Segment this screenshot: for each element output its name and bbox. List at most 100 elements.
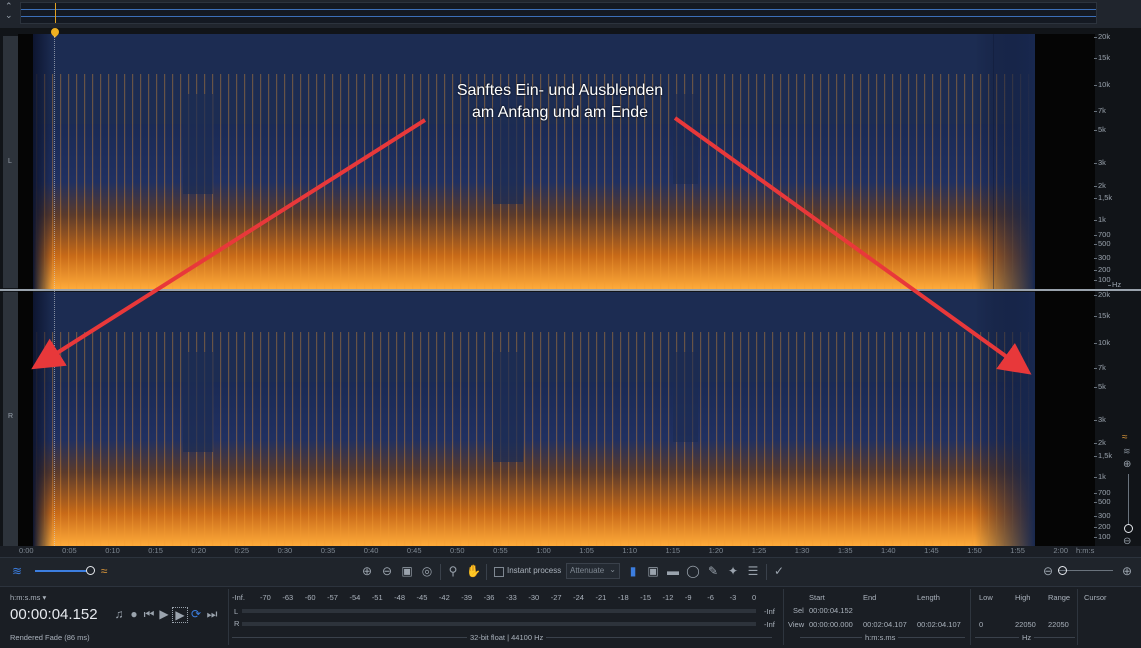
meter-scale-label: -24 bbox=[573, 593, 584, 602]
zoom-fit-icon[interactable]: ◎ bbox=[420, 564, 434, 578]
magnify-icon[interactable]: ⚲ bbox=[446, 564, 460, 578]
spectrogram-toggle-icon[interactable]: ≈ bbox=[97, 564, 111, 578]
chevron-down-icon: ▾ bbox=[42, 593, 47, 602]
waveform-toggle-icon[interactable]: ≋ bbox=[10, 564, 24, 578]
loop-icon[interactable]: ⟳ bbox=[189, 607, 203, 621]
time-tick-label: 2:00 bbox=[1053, 546, 1068, 555]
time-tick-label: 1:35 bbox=[837, 546, 853, 555]
opacity-slider-thumb[interactable] bbox=[86, 566, 95, 575]
rewind-icon[interactable]: ⏮ bbox=[142, 607, 156, 621]
meter-scale-label: -48 bbox=[394, 593, 406, 602]
meter-scale: -Inf. -70 -63 -60 -57 -54 -51 -48 -45 -42 -39 -36 -3… bbox=[232, 593, 762, 603]
frequency-unit: Hz bbox=[1019, 633, 1035, 642]
time-tick-label: 1:10 bbox=[622, 546, 637, 555]
record-icon[interactable]: ● bbox=[127, 607, 141, 621]
header-end: End bbox=[863, 593, 877, 602]
sel-label: Sel bbox=[793, 606, 804, 615]
meter-scale-label: -33 bbox=[506, 593, 517, 602]
instant-process-label: Instant process bbox=[507, 566, 562, 575]
time-tick-label: 0:45 bbox=[406, 546, 422, 555]
time-tick-label: 0:50 bbox=[450, 546, 465, 555]
zoom-in-icon[interactable]: ⊕ bbox=[360, 564, 374, 578]
horizontal-zoom-thumb[interactable] bbox=[1058, 566, 1067, 575]
play-to-end-icon[interactable]: ⏭ bbox=[205, 607, 219, 621]
zoom-selection-icon[interactable]: ▣ bbox=[400, 564, 414, 578]
header-high: High bbox=[1015, 593, 1031, 602]
time-unit-label: h:m:s bbox=[1076, 546, 1095, 555]
current-time: 00:00:04.152 bbox=[10, 606, 98, 623]
view-length-field[interactable]: 00:02:04.107 bbox=[917, 620, 961, 629]
time-format-select[interactable]: h:m:s.ms ▾ bbox=[10, 593, 46, 602]
time-tick-label: 0:40 bbox=[363, 546, 379, 555]
meter-left-bar bbox=[242, 609, 756, 613]
time-tick-label: 0:05 bbox=[62, 546, 77, 555]
freq-range-field[interactable]: 22050 bbox=[1048, 620, 1069, 629]
header-length: Length bbox=[917, 593, 940, 602]
header-cursor: Cursor bbox=[1084, 593, 1107, 602]
time-tick-label: 0:10 bbox=[105, 546, 120, 555]
time-tick-label: 1:20 bbox=[708, 546, 724, 555]
arrow-to-start bbox=[31, 118, 427, 370]
meter-right-peak: -Inf bbox=[764, 620, 775, 629]
time-tick-label: 0:30 bbox=[277, 546, 293, 555]
meter-left-peak: -Inf bbox=[764, 607, 775, 616]
meter-scale-label: -36 bbox=[483, 593, 495, 602]
magic-wand-icon[interactable]: ✦ bbox=[726, 564, 740, 578]
meter-scale-label: -Inf. bbox=[232, 593, 245, 602]
meter-scale-label: -51 bbox=[371, 593, 383, 602]
time-tick-label: 0:25 bbox=[234, 546, 250, 555]
freq-low-field[interactable]: 0 bbox=[979, 620, 983, 629]
meter-scale-label: -18 bbox=[617, 593, 629, 602]
play-selection-icon[interactable]: ▶ bbox=[172, 607, 188, 623]
freq-high-field[interactable]: 22050 bbox=[1015, 620, 1036, 629]
selection-unit: h:m:s.ms bbox=[862, 633, 899, 642]
brush-icon[interactable]: ✎ bbox=[706, 564, 720, 578]
time-tick-label: 1:25 bbox=[751, 546, 767, 555]
time-tick-label: 1:00 bbox=[536, 546, 551, 555]
zoom-out-icon[interactable]: ⊖ bbox=[380, 564, 394, 578]
frequency-selection-icon[interactable]: ▬ bbox=[666, 564, 680, 578]
hand-icon[interactable]: ✋ bbox=[466, 564, 481, 578]
format-info: 32-bit float | 44100 Hz bbox=[467, 633, 547, 642]
headphones-icon[interactable]: ♫ bbox=[112, 607, 126, 621]
opacity-slider[interactable] bbox=[35, 570, 90, 572]
meter-scale-label: -70 bbox=[260, 593, 271, 602]
harmonic-selection-icon[interactable]: ☰ bbox=[746, 564, 760, 578]
time-tick-label: 0:35 bbox=[320, 546, 336, 555]
pencil-icon[interactable]: ✓ bbox=[772, 564, 786, 578]
horizontal-zoom-in-icon[interactable]: ⊕ bbox=[1120, 564, 1134, 578]
time-tick-label: 1:50 bbox=[967, 546, 982, 555]
meter-left-label: L bbox=[234, 607, 239, 616]
time-tick-label: 1:05 bbox=[579, 546, 594, 555]
time-tick-label: 1:45 bbox=[924, 546, 939, 555]
meter-scale-label: -6 bbox=[707, 593, 714, 602]
play-icon[interactable]: ▶ bbox=[157, 607, 171, 621]
meter-scale-label: -15 bbox=[640, 593, 652, 602]
horizontal-zoom-out-icon[interactable]: ⊖ bbox=[1041, 564, 1055, 578]
chevron-down-icon: ⌄ bbox=[609, 565, 616, 574]
view-start-field[interactable]: 00:00:00.000 bbox=[809, 620, 853, 629]
meter-scale-label: 0 bbox=[752, 593, 757, 602]
time-ruler[interactable]: 0:00 0:05 0:10 0:15 0:20 0:25 0:30 0:35 0:40 0:45… bbox=[18, 546, 1098, 556]
time-tick-label: 0:20 bbox=[191, 546, 206, 555]
mode-select[interactable]: Attenuate ⌄ bbox=[566, 563, 620, 579]
instant-process-checkbox[interactable] bbox=[494, 567, 504, 577]
meter-right-label: R bbox=[234, 619, 240, 628]
meter-scale-label: -3 bbox=[729, 593, 737, 602]
time-tick-label: 1:15 bbox=[665, 546, 681, 555]
time-selection-icon[interactable]: ▮ bbox=[626, 564, 640, 578]
view-end-field[interactable]: 00:02:04.107 bbox=[863, 620, 907, 629]
meter-right-bar bbox=[242, 622, 756, 626]
time-tick-label: 0:55 bbox=[493, 546, 508, 555]
arrow-to-end bbox=[673, 116, 1032, 375]
toolbar: ≋ ≈ ⊕ ⊖ ▣ ◎ ⚲ ✋ Instant process Attenuat… bbox=[0, 557, 1141, 586]
lasso-icon[interactable]: ◯ bbox=[686, 564, 700, 578]
time-tick-label: 1:30 bbox=[794, 546, 810, 555]
meter-scale-label: -39 bbox=[461, 593, 473, 602]
sel-start-field[interactable]: 00:00:04.152 bbox=[809, 606, 853, 615]
header-low: Low bbox=[979, 593, 993, 602]
status-panel: h:m:s.ms ▾ 00:00:04.152 Rendered Fade (8… bbox=[0, 586, 1141, 648]
meter-scale-label: -54 bbox=[349, 593, 361, 602]
meter-scale-label: -27 bbox=[550, 593, 562, 602]
time-frequency-selection-icon[interactable]: ▣ bbox=[646, 564, 660, 578]
